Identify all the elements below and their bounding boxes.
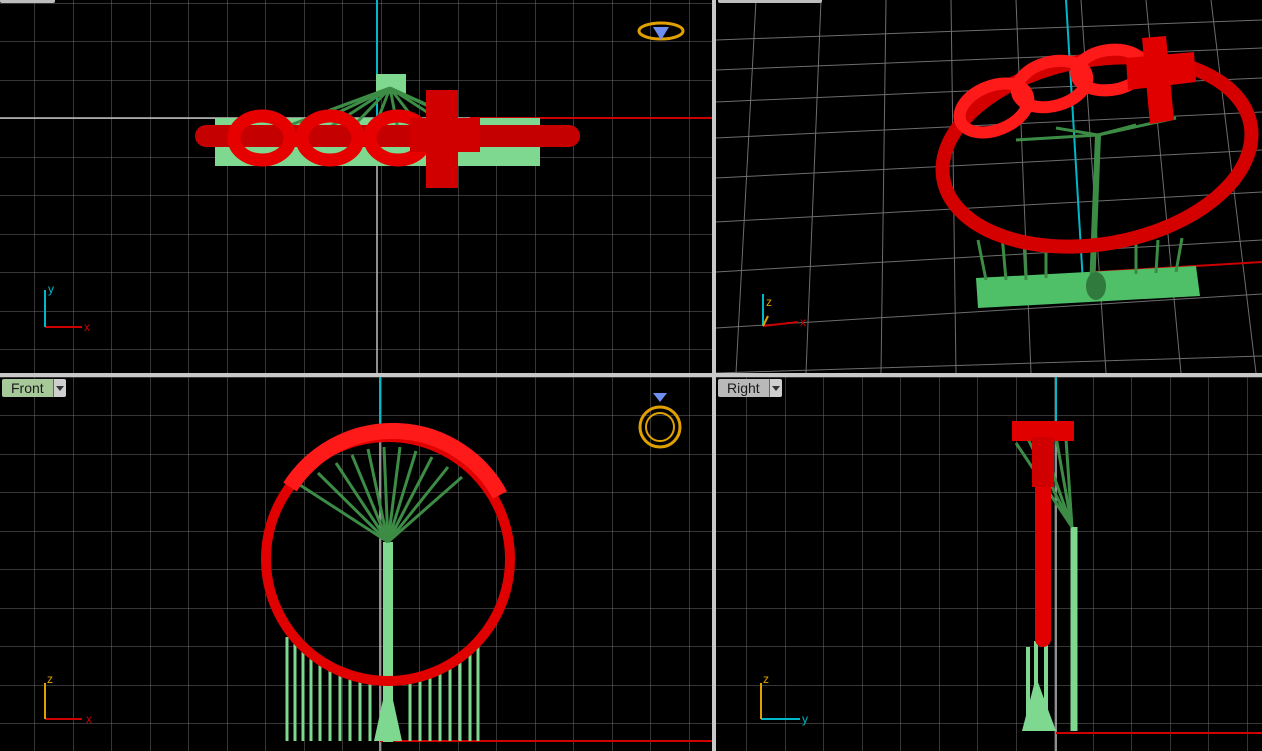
viewport-menu-button[interactable] — [768, 379, 782, 397]
axis-label-x: x — [800, 315, 806, 329]
viewport-tab-right[interactable]: Right — [718, 379, 782, 397]
viewport-front[interactable]: x z Front — [0, 377, 712, 751]
viewport-label: Right — [718, 379, 769, 397]
viewport-menu-button[interactable] — [52, 379, 66, 397]
viewport-top[interactable]: x y — [0, 0, 712, 373]
right-viewport-canvas: y z — [716, 377, 1262, 751]
chevron-down-icon — [55, 385, 64, 391]
viewport-splitter-horizontal[interactable] — [0, 373, 1262, 377]
grid — [0, 0, 712, 373]
axis-label-y: y — [48, 282, 54, 296]
top-viewport-canvas: x y — [0, 0, 712, 373]
axis-label-z: z — [47, 672, 53, 686]
top-viewport-tab-stub[interactable] — [0, 0, 55, 3]
viewport-perspective[interactable]: x z — [716, 0, 1262, 373]
ring-band — [195, 125, 580, 147]
axis-gizmo: x z — [762, 294, 806, 329]
axis-label-z: z — [763, 672, 769, 686]
chevron-down-icon — [771, 385, 780, 391]
z-axis-line — [1065, 0, 1085, 301]
viewport-right[interactable]: y z Right — [716, 377, 1262, 751]
viewport-tab-front[interactable]: Front — [2, 379, 66, 397]
axis-label-x: x — [86, 712, 92, 726]
viewport-label: Front — [2, 379, 53, 397]
axis-label-z: z — [766, 295, 772, 309]
grid — [716, 377, 1262, 751]
axis-label-x: x — [84, 320, 90, 334]
support-struts — [976, 116, 1184, 291]
perspective-viewport-canvas: x z — [716, 0, 1262, 373]
perspective-viewport-tab-stub[interactable] — [718, 0, 822, 3]
axis-label-y: y — [802, 712, 808, 726]
front-viewport-canvas: x z — [0, 377, 712, 751]
